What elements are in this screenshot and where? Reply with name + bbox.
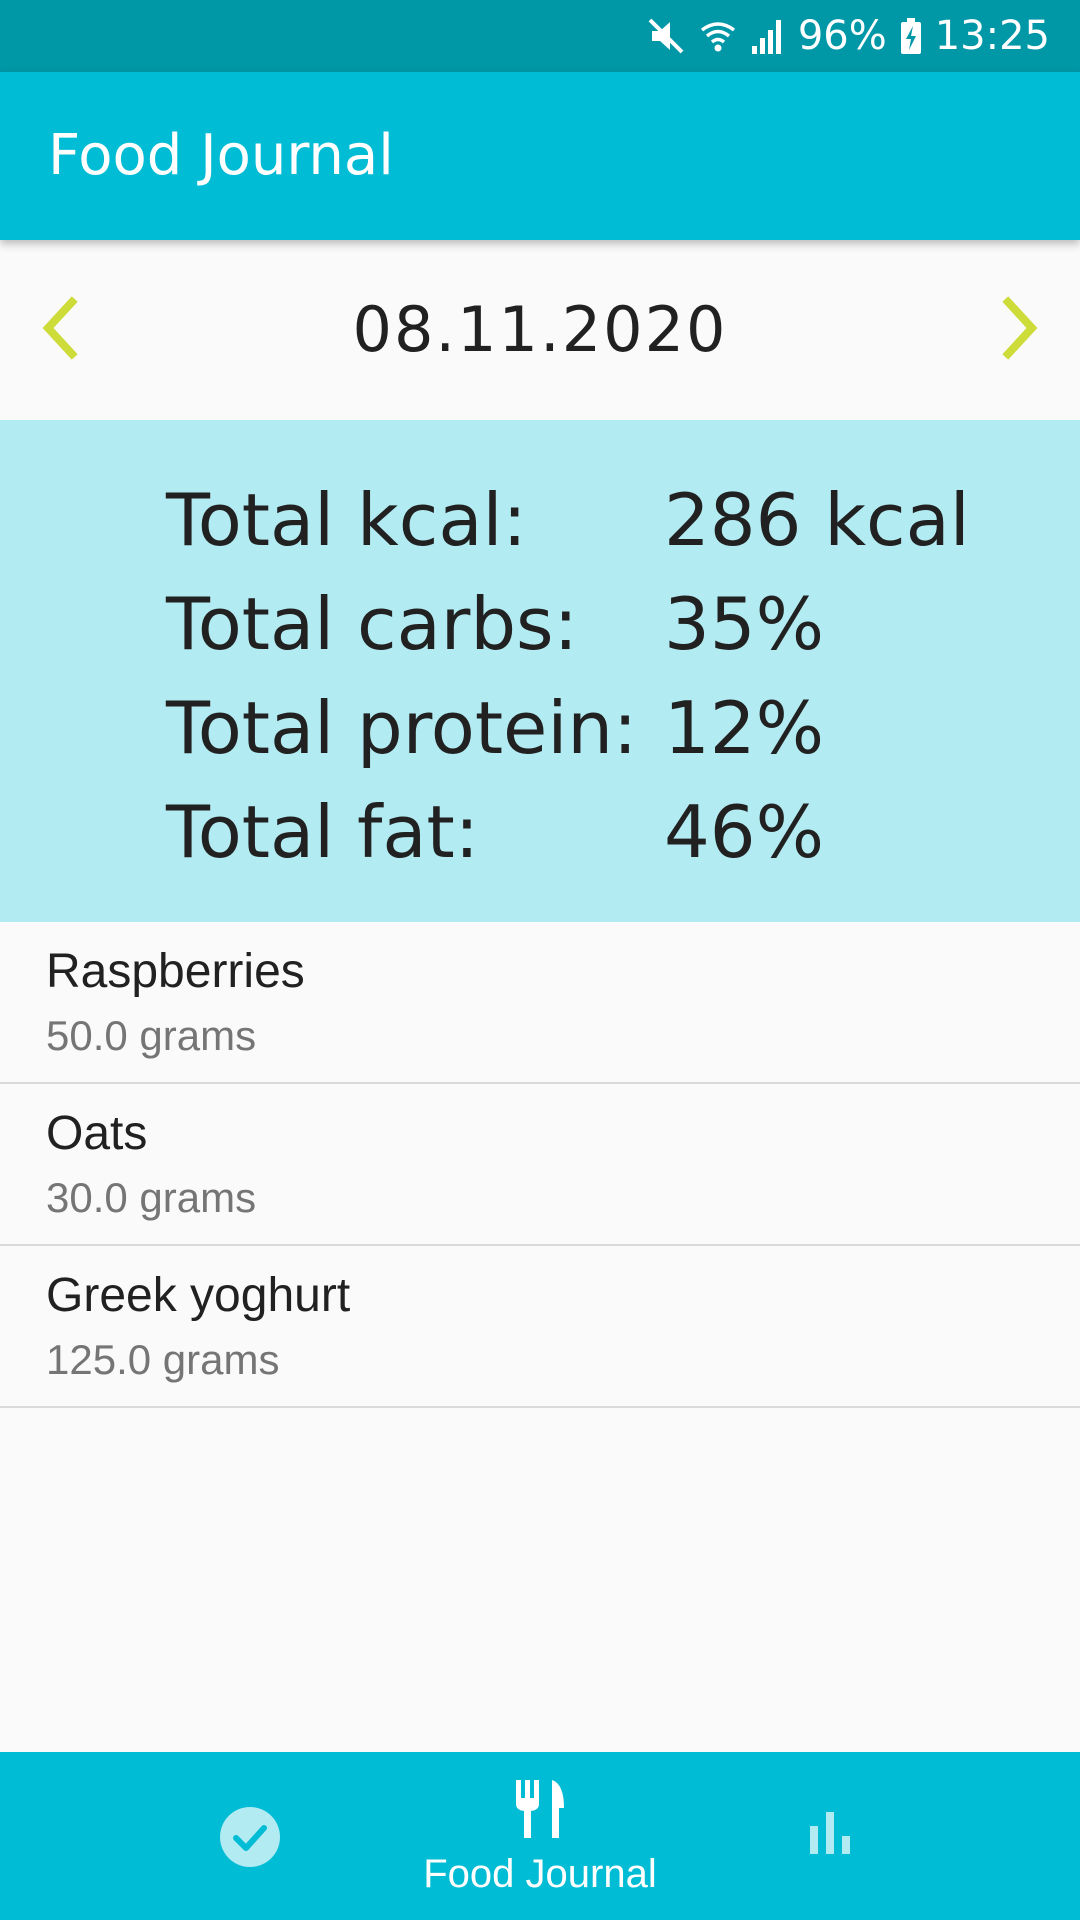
food-amount: 30.0 grams	[46, 1174, 257, 1221]
nav-statistics-button[interactable]	[740, 1752, 920, 1920]
fork-knife-icon	[512, 1778, 568, 1845]
nav-checklist-button[interactable]	[160, 1752, 340, 1920]
summary-row-protein: Total protein: 12%	[0, 676, 1080, 780]
battery-charging-icon	[899, 16, 923, 56]
summary-label: Total kcal:	[166, 478, 527, 562]
summary-label: Total carbs:	[166, 582, 578, 666]
next-day-button[interactable]	[960, 240, 1080, 420]
summary-value: 286 kcal	[664, 478, 970, 562]
mute-icon	[646, 16, 686, 56]
signal-icon	[750, 16, 786, 56]
food-name: Greek yoghurt	[46, 1269, 351, 1322]
summary-label: Total protein:	[166, 686, 638, 770]
food-item-oats[interactable]: Oats 30.0 grams	[0, 1084, 1080, 1246]
bar-chart-icon	[806, 1810, 854, 1861]
summary-value: 35%	[664, 582, 825, 666]
summary-label: Total fat:	[166, 790, 479, 874]
summary-row-carbs: Total carbs: 35%	[0, 572, 1080, 676]
battery-percent: 96%	[797, 13, 887, 59]
food-name: Oats	[46, 1107, 148, 1160]
nav-food-journal-label: Food Journal	[423, 1852, 657, 1896]
status-bar: 96% 13:25	[0, 0, 1080, 72]
chevron-left-icon	[38, 295, 82, 365]
food-item-greek-yoghurt[interactable]: Greek yoghurt 125.0 grams	[0, 1246, 1080, 1408]
summary-row-fat: Total fat: 46%	[0, 780, 1080, 884]
summary-value: 46%	[664, 790, 825, 874]
app-bar: Food Journal	[0, 72, 1080, 240]
food-amount: 50.0 grams	[46, 1012, 257, 1059]
current-date: 08.11.2020	[352, 293, 728, 366]
summary-row-kcal: Total kcal: 286 kcal	[0, 468, 1080, 572]
nav-food-journal-button[interactable]: Food Journal	[380, 1752, 700, 1920]
wifi-icon	[698, 16, 738, 56]
check-circle-icon	[219, 1806, 281, 1873]
status-icons: 96% 13:25	[646, 0, 1050, 72]
food-list: Raspberries 50.0 grams Oats 30.0 grams G…	[0, 922, 1080, 1408]
food-amount: 125.0 grams	[46, 1336, 280, 1383]
date-navigator: 08.11.2020	[0, 240, 1080, 420]
clock: 13:25	[934, 13, 1050, 59]
food-name: Raspberries	[46, 945, 305, 998]
bottom-navigation: Food Journal	[0, 1752, 1080, 1920]
previous-day-button[interactable]	[0, 240, 120, 420]
chevron-right-icon	[998, 295, 1042, 365]
app-title: Food Journal	[48, 123, 394, 188]
food-item-raspberries[interactable]: Raspberries 50.0 grams	[0, 922, 1080, 1084]
summary-value: 12%	[664, 686, 825, 770]
